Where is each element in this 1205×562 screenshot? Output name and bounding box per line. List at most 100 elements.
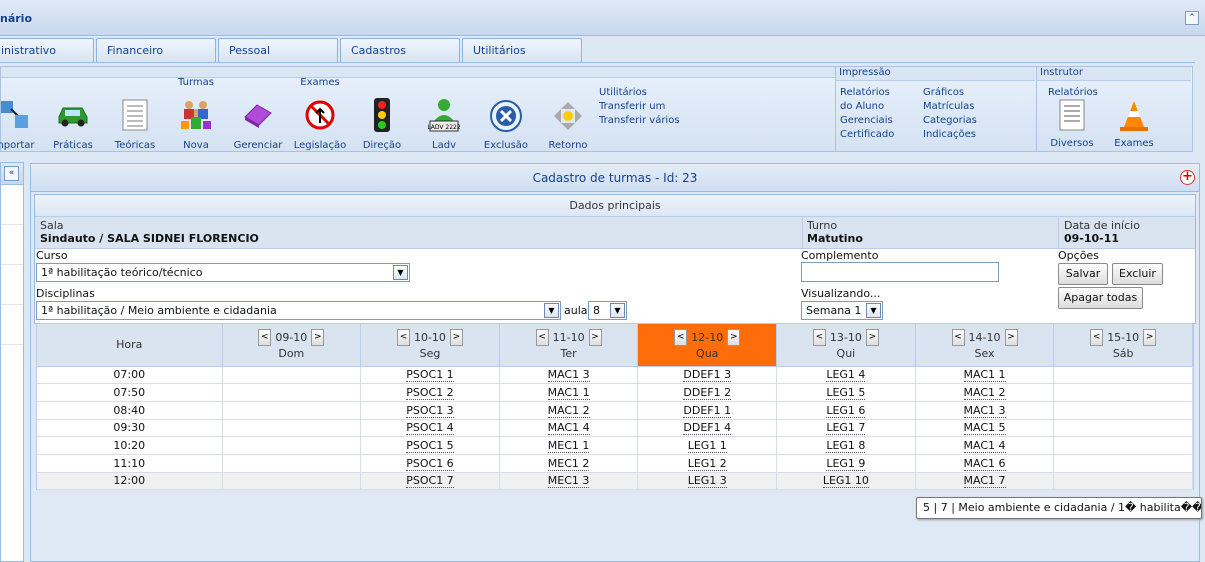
schedule-cell[interactable]: LEG1 1 [637, 436, 778, 455]
graficos-title[interactable]: Gráficos [923, 87, 964, 98]
schedule-cell[interactable]: PSOC1 3 [360, 401, 500, 420]
schedule-cell[interactable]: DDEF1 3 [637, 366, 778, 385]
schedule-cell[interactable]: LEG1 5 [776, 383, 916, 402]
schedule-cell[interactable]: MEC1 2 [499, 454, 639, 473]
prev-day-button[interactable]: < [812, 328, 826, 346]
utilitarios-title[interactable]: Utilitários [599, 87, 647, 98]
schedule-cell[interactable]: PSOC1 2 [360, 383, 500, 402]
tab-utilitarios[interactable]: Utilitários [462, 38, 582, 62]
schedule-cell[interactable] [222, 383, 362, 402]
prev-day-button[interactable]: < [674, 328, 688, 346]
tab-cadastros[interactable]: Cadastros [340, 38, 460, 62]
praticas-button[interactable]: Práticas [45, 77, 101, 151]
schedule-cell[interactable]: MAC1 6 [915, 454, 1055, 473]
tab-administrativo[interactable]: inistrativo [0, 38, 94, 62]
schedule-cell[interactable]: PSOC1 7 [360, 472, 500, 491]
schedule-cell[interactable]: MAC1 1 [915, 366, 1055, 385]
chevron-down-icon[interactable]: ▼ [866, 303, 881, 318]
expand-left-icon[interactable]: « [4, 166, 19, 181]
schedule-cell[interactable] [1053, 366, 1193, 385]
excluir-button[interactable]: Excluir [1112, 263, 1163, 285]
next-day-button[interactable]: > [588, 328, 602, 346]
relatorio-gerenciais-link[interactable]: Gerenciais [840, 115, 893, 126]
instrutor-exames-button[interactable]: Exames [1109, 97, 1159, 149]
relatorio-certificado-link[interactable]: Certificado [840, 129, 894, 140]
schedule-cell[interactable] [222, 419, 362, 438]
schedule-cell[interactable]: PSOC1 1 [360, 366, 500, 385]
schedule-cell[interactable]: LEG1 6 [776, 401, 916, 420]
disciplinas-select[interactable]: 1ª habilitação / Meio ambiente e cidadan… [36, 301, 561, 320]
hora-cell[interactable]: 08:40 [37, 401, 223, 420]
schedule-cell[interactable]: MEC1 1 [499, 436, 639, 455]
hora-cell[interactable]: 11:10 [37, 454, 223, 473]
grafico-categorias-link[interactable]: Categorias [923, 115, 977, 126]
chevron-down-icon[interactable]: ▼ [610, 303, 625, 318]
schedule-cell[interactable] [1053, 401, 1193, 420]
schedule-cell[interactable] [222, 401, 362, 420]
curso-select[interactable]: 1ª habilitação teórico/técnico ▼ [36, 263, 410, 282]
schedule-cell[interactable]: MAC1 1 [499, 383, 639, 402]
schedule-cell[interactable]: MAC1 2 [915, 383, 1055, 402]
tab-financeiro[interactable]: Financeiro [96, 38, 216, 62]
hora-cell[interactable]: 09:30 [37, 419, 223, 438]
apagar-todas-button[interactable]: Apagar todas [1058, 287, 1143, 309]
relatorios-title[interactable]: Relatórios [840, 87, 890, 98]
schedule-cell[interactable]: LEG1 10 [776, 472, 916, 491]
schedule-cell[interactable]: MAC1 7 [915, 472, 1055, 491]
next-day-button[interactable]: > [1004, 328, 1018, 346]
schedule-cell[interactable] [222, 366, 362, 385]
schedule-cell[interactable]: DDEF1 1 [637, 401, 778, 420]
schedule-cell[interactable]: MAC1 2 [499, 401, 639, 420]
hora-cell[interactable]: 07:00 [37, 366, 223, 385]
hora-cell[interactable]: 07:50 [37, 383, 223, 402]
next-day-button[interactable]: > [1143, 328, 1157, 346]
schedule-cell[interactable]: LEG1 3 [637, 472, 778, 491]
grafico-indicacoes-link[interactable]: Indicações [923, 129, 976, 140]
chevron-down-icon[interactable]: ▼ [393, 265, 408, 280]
salvar-button[interactable]: Salvar [1058, 263, 1108, 285]
tab-pessoal[interactable]: Pessoal [218, 38, 338, 62]
next-day-button[interactable]: > [449, 328, 463, 346]
schedule-cell[interactable]: LEG1 7 [776, 419, 916, 438]
next-day-button[interactable]: > [727, 328, 741, 346]
gerenciar-button[interactable]: Gerenciar [229, 77, 287, 151]
schedule-cell[interactable]: LEG1 4 [776, 366, 916, 385]
schedule-cell[interactable]: MAC1 3 [915, 401, 1055, 420]
schedule-cell[interactable] [1053, 436, 1193, 455]
semana-select[interactable]: Semana 1 ▼ [801, 301, 883, 320]
prev-day-button[interactable]: < [396, 328, 410, 346]
prev-day-button[interactable]: < [1090, 328, 1104, 346]
schedule-cell[interactable]: MEC1 3 [499, 472, 639, 491]
schedule-cell[interactable] [1053, 472, 1193, 491]
schedule-cell[interactable]: LEG1 9 [776, 454, 916, 473]
schedule-cell[interactable] [1053, 419, 1193, 438]
direcao-button[interactable]: Direção [355, 77, 409, 151]
schedule-cell[interactable]: DDEF1 2 [637, 383, 778, 402]
chevron-down-icon[interactable]: ▼ [544, 303, 559, 318]
schedule-cell[interactable]: MAC1 3 [499, 366, 639, 385]
complemento-input[interactable] [801, 262, 999, 282]
schedule-cell[interactable]: DDEF1 4 [637, 419, 778, 438]
teoricas-button[interactable]: Teóricas [107, 77, 163, 151]
schedule-cell[interactable] [1053, 454, 1193, 473]
next-day-button[interactable]: > [311, 328, 325, 346]
schedule-cell[interactable] [222, 454, 362, 473]
schedule-cell[interactable] [222, 436, 362, 455]
hora-cell[interactable]: 10:20 [37, 436, 223, 455]
exames-legislacao-button[interactable]: Exames Legislação [291, 77, 349, 151]
schedule-cell[interactable]: LEG1 8 [776, 436, 916, 455]
transferir-um-link[interactable]: Transferir um [599, 101, 665, 112]
relatorio-aluno-link[interactable]: do Aluno [840, 101, 884, 112]
grafico-matriculas-link[interactable]: Matrículas [923, 101, 975, 112]
retorno-button[interactable]: Retorno [541, 77, 595, 151]
hora-cell[interactable]: 12:00 [37, 472, 223, 491]
schedule-cell[interactable] [1053, 383, 1193, 402]
transferir-varios-link[interactable]: Transferir vários [599, 115, 680, 126]
schedule-cell[interactable] [222, 472, 362, 491]
add-icon[interactable]: + [1180, 170, 1195, 185]
importar-button[interactable]: nportar [0, 77, 43, 151]
schedule-cell[interactable]: PSOC1 4 [360, 419, 500, 438]
schedule-cell[interactable]: PSOC1 5 [360, 436, 500, 455]
diversos-button[interactable]: Diversos [1047, 97, 1097, 149]
ladv-button[interactable]: LADV 2222 Ladv [417, 77, 471, 151]
